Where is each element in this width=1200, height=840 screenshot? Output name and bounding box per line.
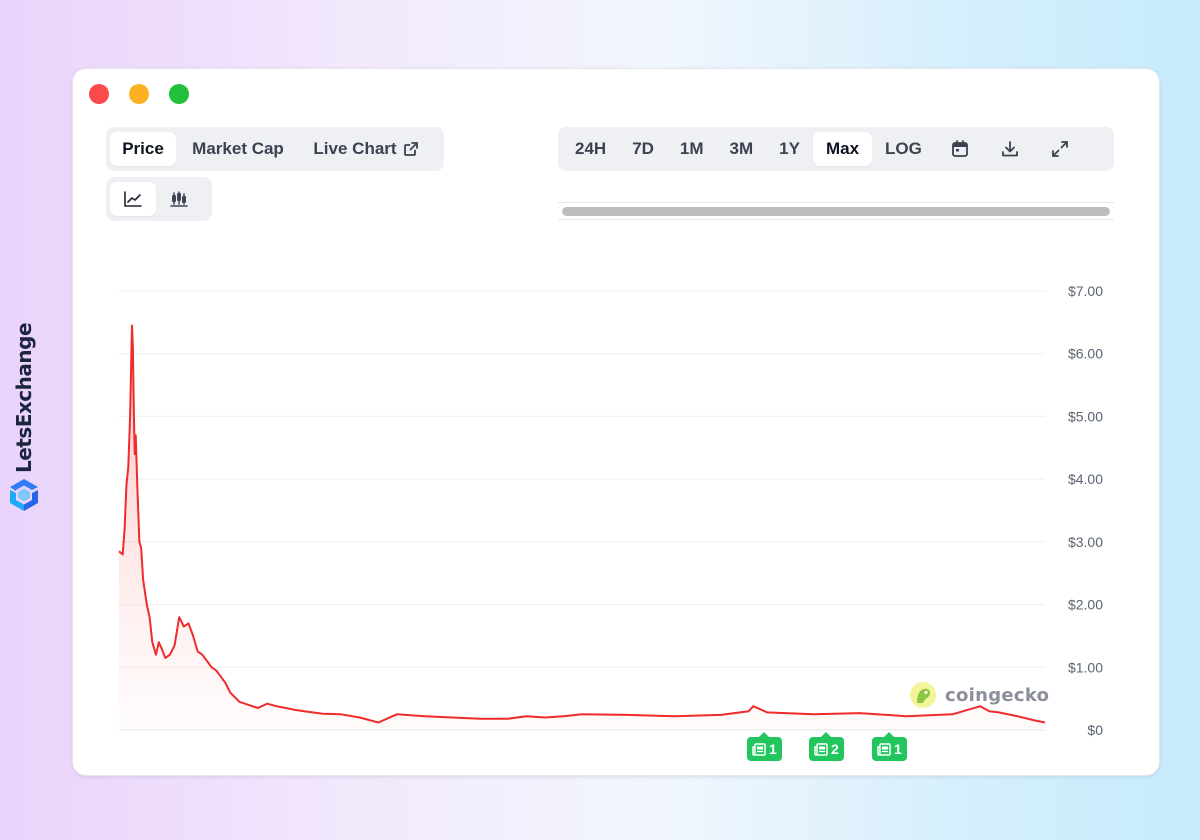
app-window: Price Market Cap Live Chart 24H 7D 1M 3M… [72, 68, 1160, 776]
y-tick-label: $1.00 [1068, 659, 1103, 675]
newspaper-icon [752, 742, 766, 756]
newspaper-icon [877, 742, 891, 756]
y-tick-label: $3.00 [1068, 534, 1103, 550]
y-tick-label: $6.00 [1068, 346, 1103, 362]
price-area-fill [119, 325, 1045, 730]
news-marker[interactable]: 1 [872, 732, 907, 761]
news-count: 1 [894, 741, 902, 757]
coingecko-logo-icon [910, 682, 936, 708]
news-marker[interactable]: 2 [809, 732, 844, 761]
y-tick-label: $5.00 [1068, 408, 1103, 424]
price-series-line[interactable] [118, 324, 1046, 724]
newspaper-icon [814, 742, 828, 756]
y-tick-label: $7.00 [1068, 283, 1103, 299]
letsexchange-logo-icon [10, 479, 38, 511]
brand-name: LetsExchange [12, 322, 36, 474]
y-tick-label: $2.00 [1068, 597, 1103, 613]
y-tick-label: $0 [1087, 722, 1103, 738]
coingecko-watermark: coingecko [909, 681, 1049, 709]
news-count: 1 [769, 741, 777, 757]
price-chart: $7.00 $6.00 $5.00 $4.00 $3.00 $2.00 $1.00 $0 [118, 283, 1103, 738]
news-count: 2 [831, 741, 839, 757]
y-tick-label: $4.00 [1068, 471, 1103, 487]
news-marker[interactable]: 1 [747, 732, 782, 761]
coingecko-watermark-text: coingecko [945, 684, 1050, 706]
